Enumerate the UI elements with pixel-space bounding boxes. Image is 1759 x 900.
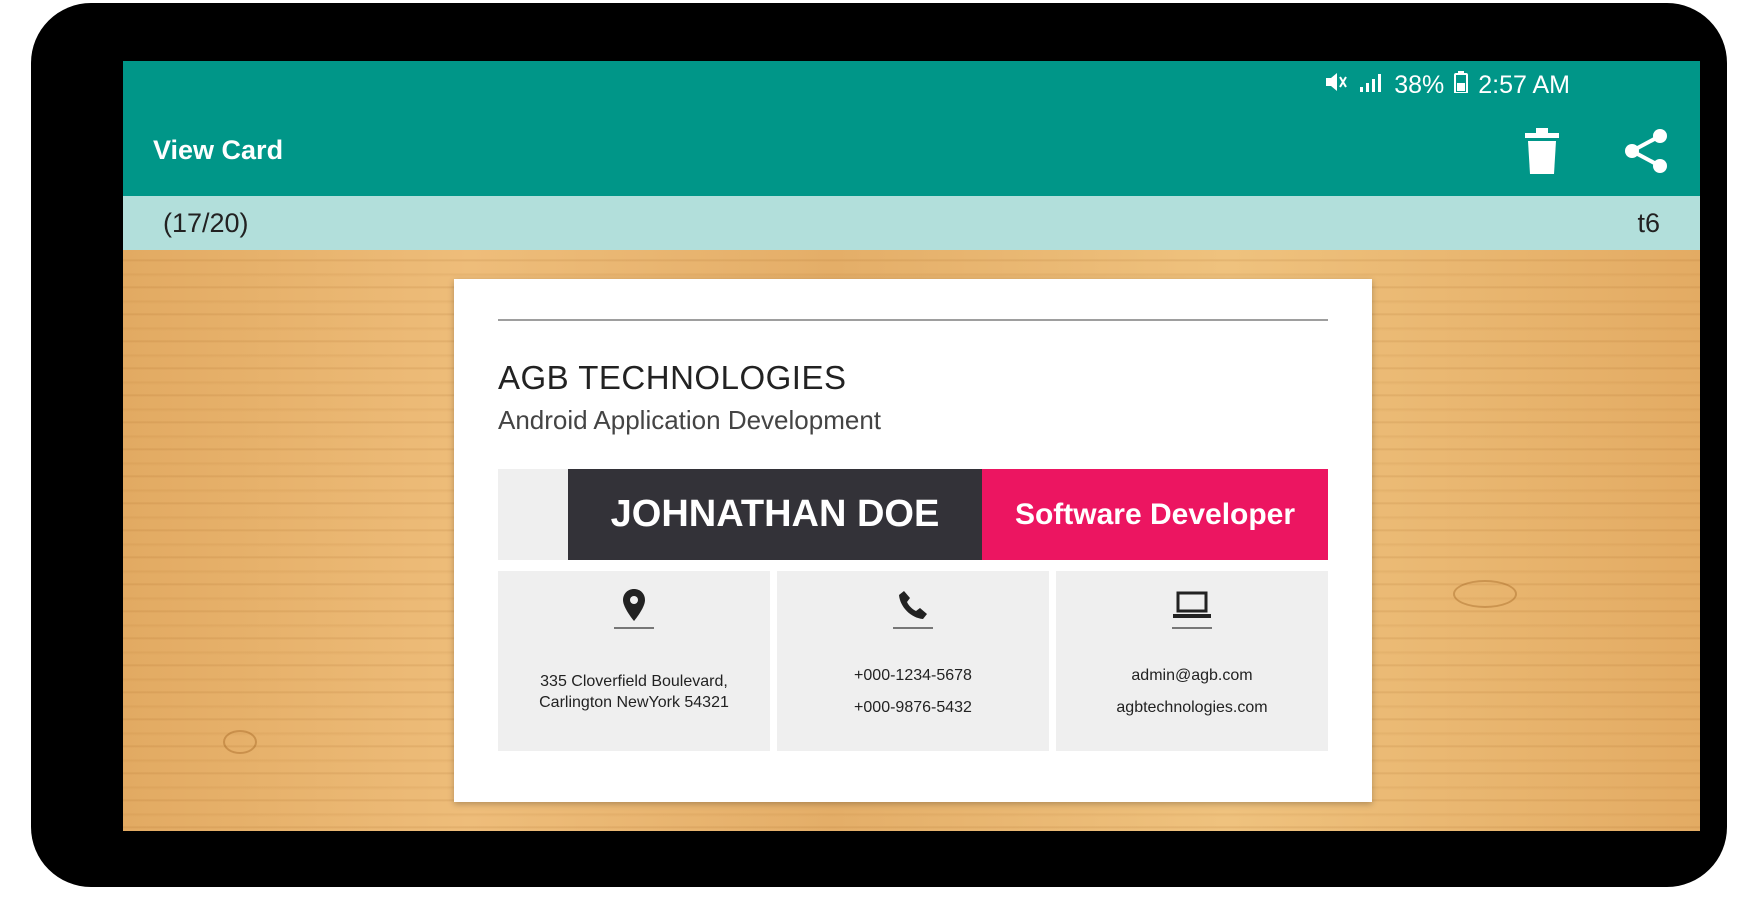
battery-percent: 38% — [1394, 70, 1445, 99]
page-title: View Card — [153, 135, 284, 165]
template-id: t6 — [1637, 208, 1660, 238]
card-info-bar: (17/20) t6 — [123, 196, 1700, 250]
share-icon — [1622, 127, 1670, 180]
email: admin@agb.com — [1131, 667, 1253, 684]
icon-underline — [893, 627, 933, 629]
address-line-2: Carlington NewYork 54321 — [539, 694, 729, 711]
mute-icon — [1324, 71, 1348, 99]
phone-1: +000-1234-5678 — [854, 667, 972, 684]
card-counter: (17/20) — [163, 208, 249, 238]
trash-icon — [1522, 127, 1562, 180]
tablet-frame: 38% 2:57 AM View Card (17/20) t6 AGB TEC… — [31, 3, 1727, 887]
web-cell: admin@agb.com agbtechnologies.com — [1056, 571, 1328, 751]
company-tagline: Android Application Development — [498, 405, 882, 435]
status-bar: 38% 2:57 AM — [1324, 71, 1570, 99]
phone-2: +000-9876-5432 — [854, 699, 972, 716]
icon-underline — [1172, 627, 1212, 629]
phone-icon — [893, 585, 933, 625]
name-band: JOHNATHAN DOE Software Developer — [498, 469, 1328, 560]
business-card[interactable]: AGB TECHNOLOGIES Android Application Dev… — [454, 279, 1372, 802]
phone-cell: +000-1234-5678 +000-9876-5432 — [777, 571, 1049, 751]
icon-underline — [614, 627, 654, 629]
person-name: JOHNATHAN DOE — [568, 469, 982, 560]
location-pin-icon — [614, 585, 654, 625]
share-button[interactable] — [1618, 125, 1674, 181]
website: agbtechnologies.com — [1116, 699, 1268, 716]
address-cell: 335 Cloverfield Boulevard, Carlington Ne… — [498, 571, 770, 751]
wood-knot — [1453, 580, 1517, 608]
signal-icon — [1358, 71, 1384, 99]
company-name: AGB TECHNOLOGIES — [498, 359, 847, 396]
address-line-1: 335 Cloverfield Boulevard, — [540, 673, 728, 690]
screen: 38% 2:57 AM View Card (17/20) t6 AGB TEC… — [123, 61, 1700, 831]
battery-icon — [1454, 71, 1469, 99]
person-role: Software Developer — [982, 469, 1328, 560]
name-band-spacer — [498, 469, 568, 560]
app-bar: 38% 2:57 AM View Card — [123, 61, 1700, 196]
wood-knot — [223, 730, 257, 754]
clock: 2:57 AM — [1478, 70, 1570, 99]
card-divider — [498, 319, 1328, 321]
laptop-icon — [1172, 585, 1212, 625]
delete-button[interactable] — [1514, 125, 1570, 181]
